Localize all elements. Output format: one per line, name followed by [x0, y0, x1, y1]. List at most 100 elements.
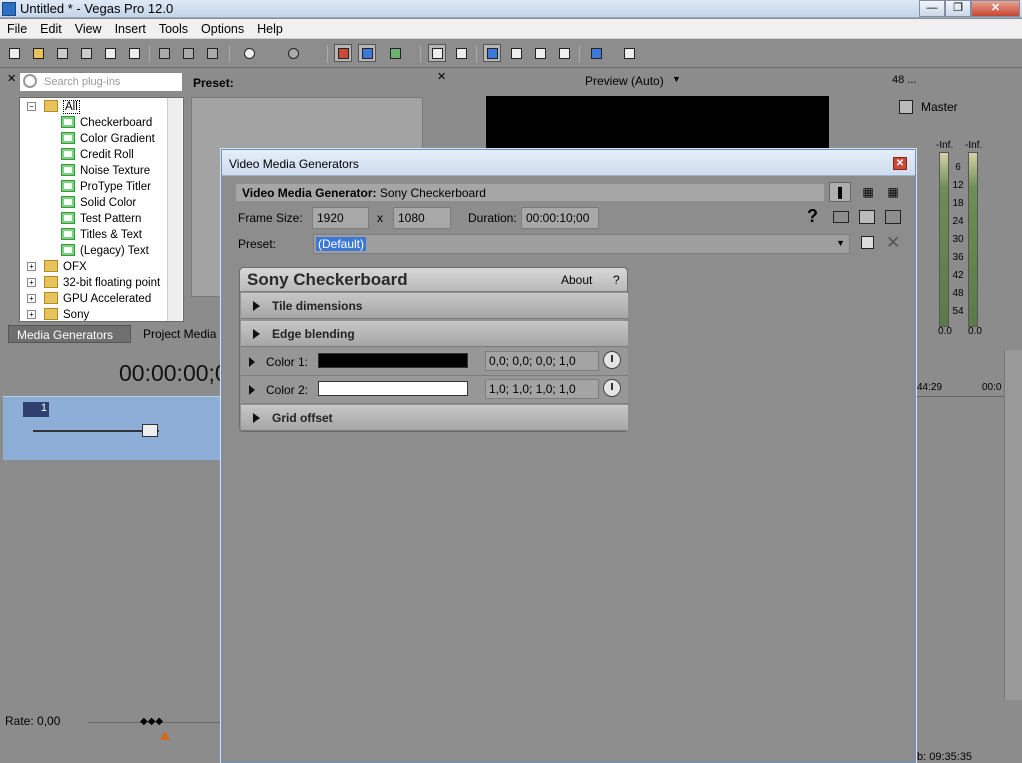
- expand-icon[interactable]: +: [27, 278, 36, 287]
- expand-arrow-icon[interactable]: [249, 357, 255, 367]
- cut-icon[interactable]: [155, 44, 173, 62]
- copy-icon[interactable]: [179, 44, 197, 62]
- lock-envelopes-icon[interactable]: [428, 44, 446, 62]
- rate-thumb-icon[interactable]: ◆◆◆: [140, 716, 163, 727]
- tree-item[interactable]: +32-bit floating point: [27, 275, 160, 291]
- keyframe-icon[interactable]: [833, 211, 849, 223]
- menu-insert[interactable]: Insert: [108, 19, 152, 36]
- color-swatch[interactable]: [318, 381, 468, 396]
- tree-item[interactable]: + GPU Accelerated: [27, 291, 151, 307]
- generator-icon: [61, 228, 75, 240]
- plugin-chain-icon[interactable]: [859, 210, 875, 224]
- timeline-track-area[interactable]: [916, 396, 1004, 460]
- section-grid-offset[interactable]: Grid offset: [241, 405, 628, 431]
- delete-preset-icon[interactable]: ✕: [886, 233, 900, 253]
- paste-icon[interactable]: [203, 44, 221, 62]
- tab-media-generators[interactable]: Media Generators: [8, 325, 131, 343]
- section-tile-dimensions[interactable]: Tile dimensions: [241, 293, 628, 319]
- animate-clock-icon[interactable]: [603, 351, 621, 369]
- tree-item[interactable]: − All: [27, 99, 80, 115]
- tree-item[interactable]: Checkerboard: [61, 115, 152, 131]
- chevron-down-icon[interactable]: ▼: [836, 238, 845, 248]
- tree-item[interactable]: + OFX: [27, 259, 87, 275]
- section-edge-blending[interactable]: Edge blending: [241, 321, 628, 347]
- menu-options[interactable]: Options: [194, 19, 250, 36]
- help-icon[interactable]: ?: [807, 206, 818, 227]
- ignore-grouping-icon[interactable]: [452, 44, 470, 62]
- menu-file[interactable]: File: [0, 19, 33, 36]
- properties-icon[interactable]: [885, 210, 901, 224]
- tree-item[interactable]: Solid Color: [61, 195, 136, 211]
- preset-dropdown[interactable]: (Default) ▼: [313, 234, 850, 254]
- track-header[interactable]: 1: [3, 396, 221, 460]
- tree-item[interactable]: ProType Titler: [61, 179, 151, 195]
- view-single-icon[interactable]: ❚: [829, 182, 851, 202]
- expand-arrow-icon[interactable]: [253, 301, 260, 311]
- save-preset-icon[interactable]: [861, 236, 874, 249]
- frame-height-field[interactable]: 1080: [393, 207, 451, 229]
- undo-icon[interactable]: [240, 44, 258, 62]
- preview-mode-select[interactable]: Preview (Auto): [585, 74, 664, 88]
- view-double-icon[interactable]: ▦: [857, 182, 879, 202]
- preset-value[interactable]: (Default): [316, 237, 367, 251]
- tree-item[interactable]: Color Gradient: [61, 131, 155, 147]
- tree-scrollbar[interactable]: [167, 98, 182, 321]
- whats-this-icon[interactable]: [620, 44, 638, 62]
- tree-item[interactable]: Credit Roll: [61, 147, 134, 163]
- close-button[interactable]: ✕: [971, 0, 1020, 17]
- maximize-button[interactable]: ❐: [945, 0, 971, 17]
- menu-view[interactable]: View: [68, 19, 108, 36]
- folder-icon: [44, 260, 58, 272]
- save-as-icon[interactable]: [77, 44, 95, 62]
- save-icon[interactable]: [53, 44, 71, 62]
- view-triple-icon[interactable]: ▦: [882, 182, 904, 202]
- expand-icon[interactable]: +: [27, 294, 36, 303]
- menu-tools[interactable]: Tools: [152, 19, 194, 36]
- menu-edit[interactable]: Edit: [33, 19, 68, 36]
- card-help-button[interactable]: ?: [613, 273, 620, 287]
- about-button[interactable]: About: [561, 273, 592, 287]
- plugin-search-input[interactable]: Search plug-ins: [19, 72, 183, 92]
- redo-icon[interactable]: [284, 44, 302, 62]
- tab-project-media[interactable]: Project Media: [135, 325, 235, 343]
- track-volume-slider[interactable]: [33, 430, 159, 432]
- selection-tool-icon[interactable]: [531, 44, 549, 62]
- new-file-icon[interactable]: [5, 44, 23, 62]
- tree-item[interactable]: + Sony: [27, 307, 89, 321]
- auto-ripple-icon[interactable]: [358, 44, 376, 62]
- brush-icon[interactable]: [587, 44, 605, 62]
- ripple-mode-icon[interactable]: [386, 44, 404, 62]
- chevron-down-icon[interactable]: ▼: [672, 74, 681, 84]
- tree-item[interactable]: Noise Texture: [61, 163, 150, 179]
- folder-icon: [44, 292, 58, 304]
- panel-close-icon[interactable]: ✕: [7, 72, 16, 86]
- color-value-field[interactable]: 1,0; 1,0; 1,0; 1,0: [485, 379, 599, 399]
- color-value-field[interactable]: 0,0; 0,0; 0,0; 1,0: [485, 351, 599, 371]
- envelope-tool-icon[interactable]: [507, 44, 525, 62]
- zoom-tool-icon[interactable]: [555, 44, 573, 62]
- expand-arrow-icon[interactable]: [253, 413, 260, 423]
- render-icon[interactable]: [101, 44, 119, 62]
- collapse-icon[interactable]: −: [27, 102, 36, 111]
- expand-icon[interactable]: +: [27, 310, 36, 319]
- expand-icon[interactable]: +: [27, 262, 36, 271]
- normal-edit-tool-icon[interactable]: [483, 44, 501, 62]
- tree-item[interactable]: (Legacy) Text: [61, 243, 149, 259]
- expand-arrow-icon[interactable]: [249, 385, 255, 395]
- enable-snapping-icon[interactable]: [334, 44, 352, 62]
- duration-field[interactable]: 00:00:10;00: [521, 207, 599, 229]
- preview-close-icon[interactable]: ✕: [437, 70, 446, 83]
- slider-thumb[interactable]: [142, 424, 158, 437]
- open-folder-icon[interactable]: [29, 44, 47, 62]
- menu-help[interactable]: Help: [250, 19, 289, 36]
- minimize-button[interactable]: —: [919, 0, 945, 17]
- properties-icon[interactable]: [125, 44, 143, 62]
- expand-arrow-icon[interactable]: [253, 329, 260, 339]
- timeline-vertical-scrollbar[interactable]: [1004, 350, 1022, 700]
- dialog-close-button[interactable]: ✕: [893, 157, 907, 170]
- tree-item[interactable]: Test Pattern: [61, 211, 141, 227]
- color-swatch[interactable]: [318, 353, 468, 368]
- frame-width-field[interactable]: 1920: [312, 207, 369, 229]
- tree-item[interactable]: Titles & Text: [61, 227, 142, 243]
- animate-clock-icon[interactable]: [603, 379, 621, 397]
